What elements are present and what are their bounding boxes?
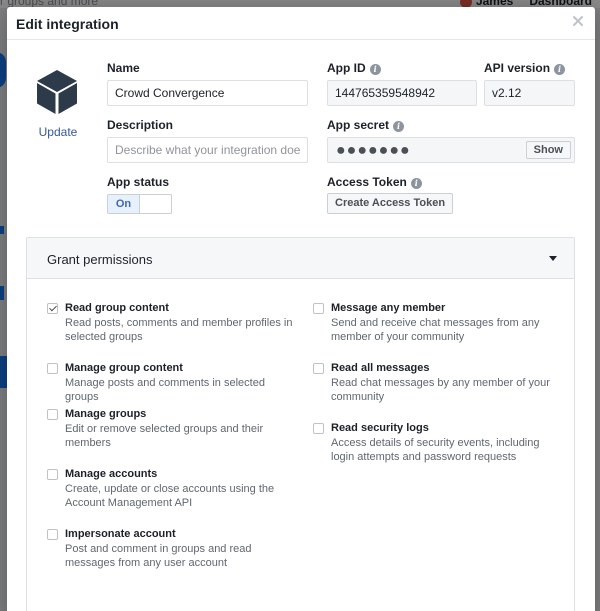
permission-name: Manage groups: [65, 408, 147, 420]
permission-description: Read chat messages by any member of your…: [331, 377, 550, 403]
permission-checkbox[interactable]: [313, 423, 324, 434]
permission-description: Post and comment in groups and read mess…: [65, 543, 252, 569]
dialog-header: Edit integration: [7, 7, 595, 40]
create-access-token-button[interactable]: Create Access Token: [327, 193, 454, 214]
api-version-label: API version i: [484, 61, 566, 75]
app-status-label: App status: [107, 175, 170, 189]
app-id-label-text: App ID: [327, 61, 366, 75]
permission-description: Edit or remove selected groups and their…: [65, 423, 264, 449]
dialog-title: Edit integration: [16, 16, 119, 32]
access-token-label-text: Access Token: [327, 175, 407, 189]
name-label: Name: [107, 61, 140, 75]
permission-description: Send and receive chat messages from any …: [331, 317, 540, 343]
access-token-label: Access Token i: [327, 175, 422, 189]
toggle-off-side: [140, 195, 171, 213]
permissions-title: Grant permissions: [47, 252, 153, 267]
permission-checkbox[interactable]: [313, 363, 324, 374]
app-secret-label-text: App secret: [327, 118, 390, 132]
permission-checkbox[interactable]: [47, 469, 58, 480]
permission-name: Read all messages: [331, 362, 430, 374]
description-field[interactable]: [107, 137, 308, 163]
edit-integration-dialog: Edit integration Update Name Description…: [7, 7, 595, 611]
info-icon[interactable]: i: [393, 121, 405, 132]
permission-name: Read group content: [65, 302, 169, 314]
permission-description: Access details of security events, inclu…: [331, 437, 540, 463]
toggle-on-label: On: [108, 195, 140, 213]
permission-description: Create, update or close accounts using t…: [65, 483, 275, 509]
permissions-header[interactable]: Grant permissions: [27, 238, 574, 279]
info-icon[interactable]: i: [369, 64, 381, 75]
permission-checkbox[interactable]: [313, 303, 324, 314]
permission-name: Impersonate account: [65, 528, 176, 540]
permission-name: Read security logs: [331, 422, 429, 434]
permission-name: Manage group content: [65, 362, 183, 374]
description-label: Description: [107, 118, 174, 132]
permission-checkbox[interactable]: [47, 363, 58, 374]
app-secret-masked: ●●●●●●●: [336, 142, 411, 159]
info-icon[interactable]: i: [410, 178, 422, 189]
permission-checkbox[interactable]: [47, 409, 58, 420]
cube-icon: [37, 70, 77, 114]
update-link[interactable]: Update: [35, 125, 81, 139]
app-id-label: App ID i: [327, 61, 381, 75]
api-version-field[interactable]: v2.12: [484, 80, 575, 106]
app-secret-label: App secret i: [327, 118, 405, 132]
close-icon[interactable]: [571, 14, 585, 28]
permission-checkbox[interactable]: [47, 303, 58, 314]
info-icon[interactable]: i: [554, 64, 566, 75]
app-id-field[interactable]: 144765359548942: [327, 80, 477, 106]
app-secret-field[interactable]: ●●●●●●● Show: [327, 137, 575, 163]
permission-name: Message any member: [331, 302, 446, 314]
name-field[interactable]: [107, 80, 308, 106]
api-version-label-text: API version: [484, 61, 551, 75]
permissions-panel: Grant permissions Read group content Rea…: [26, 237, 575, 611]
show-secret-button[interactable]: Show: [525, 141, 571, 159]
app-status-toggle[interactable]: On: [107, 194, 172, 214]
permission-checkbox[interactable]: [47, 529, 58, 540]
permission-description: Read posts, comments and member profiles…: [65, 317, 293, 343]
caret-down-icon: [549, 256, 557, 261]
permission-name: Manage accounts: [65, 468, 158, 480]
permission-description: Manage posts and comments in selected gr…: [65, 377, 265, 403]
